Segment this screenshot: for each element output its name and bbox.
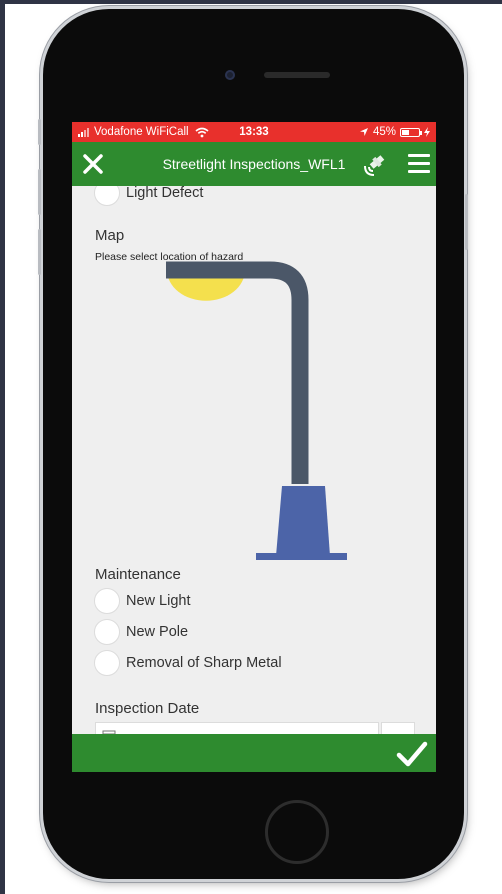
mute-switch xyxy=(38,119,41,145)
maintenance-label: Maintenance xyxy=(95,566,181,583)
left-edge-bar xyxy=(0,0,5,894)
radio-light-defect[interactable] xyxy=(94,186,120,206)
battery-percent: 45% xyxy=(372,126,396,138)
checkmark-icon xyxy=(396,741,428,767)
status-bar: Vodafone WiFiCall 13:33 45% xyxy=(72,122,436,142)
status-right: 45% xyxy=(359,122,430,142)
lamp-arm xyxy=(166,261,309,484)
form-footer xyxy=(72,734,436,772)
form-content: Light Defect Map Please select location … xyxy=(72,186,436,734)
close-button[interactable] xyxy=(80,151,106,177)
front-camera xyxy=(225,70,235,80)
option-new-light[interactable]: New Light xyxy=(94,588,190,614)
pole-base xyxy=(276,486,330,556)
volume-up-button xyxy=(38,169,41,215)
option-light-defect[interactable]: Light Defect xyxy=(94,186,203,206)
inspection-date-label: Inspection Date xyxy=(95,700,200,717)
volume-down-button xyxy=(38,229,41,275)
power-button xyxy=(465,194,468,250)
earpiece-speaker xyxy=(264,72,330,78)
charging-bolt-icon xyxy=(424,127,430,137)
close-icon xyxy=(83,154,103,174)
menu-button[interactable] xyxy=(408,154,430,174)
option-label: Removal of Sharp Metal xyxy=(126,655,282,671)
satellite-gps-icon xyxy=(364,155,385,176)
gps-button[interactable] xyxy=(361,151,389,179)
base-plate xyxy=(256,553,347,560)
submit-button[interactable] xyxy=(396,740,428,768)
radio-removal-of-sharp-metal[interactable] xyxy=(94,650,120,676)
location-arrow-icon xyxy=(359,128,368,136)
radio-new-light[interactable] xyxy=(94,588,120,614)
option-new-pole[interactable]: New Pole xyxy=(94,619,188,645)
inspection-date-input[interactable] xyxy=(95,722,379,734)
option-label: New Light xyxy=(126,593,191,609)
map-label: Map xyxy=(95,227,125,244)
phone-screen: Vodafone WiFiCall 13:33 45% Streetlight … xyxy=(72,122,436,772)
app-header: Streetlight Inspections_WFL1 xyxy=(72,142,436,186)
streetlight-illustration[interactable] xyxy=(162,260,362,560)
option-removal-of-sharp-metal[interactable]: Removal of Sharp Metal xyxy=(94,650,282,676)
home-button[interactable] xyxy=(265,800,329,864)
radio-new-pole[interactable] xyxy=(94,619,120,645)
top-edge-bar xyxy=(0,0,502,4)
option-label: Light Defect xyxy=(126,186,204,201)
battery-icon xyxy=(400,127,422,137)
battery-fill xyxy=(402,129,410,135)
date-clear-button[interactable] xyxy=(381,722,415,734)
option-label: New Pole xyxy=(126,624,189,640)
